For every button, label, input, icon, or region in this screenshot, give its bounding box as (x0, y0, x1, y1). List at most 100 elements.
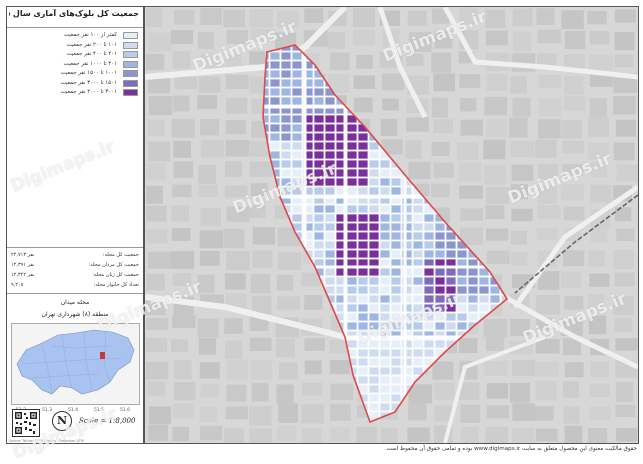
census-block (269, 78, 281, 88)
census-block (346, 141, 358, 151)
place-block: محله میدان منطقه (۸) شهرداری تهران (9, 299, 141, 318)
city-block (589, 31, 610, 45)
census-block (423, 213, 435, 223)
city-block (223, 228, 245, 248)
census-block (313, 132, 325, 142)
census-block (456, 321, 468, 331)
city-block (199, 230, 223, 249)
inset-tick: 51.5 (94, 408, 105, 413)
census-block (379, 240, 391, 250)
city-block (226, 206, 250, 222)
census-block (412, 231, 424, 241)
city-block (485, 228, 509, 241)
census-block (346, 213, 358, 223)
census-block (423, 285, 435, 295)
census-block (434, 303, 446, 313)
census-block (379, 159, 391, 169)
census-block (423, 294, 435, 304)
city-block (301, 428, 322, 443)
city-block (304, 295, 323, 310)
census-block (379, 267, 391, 277)
census-block (423, 222, 435, 232)
census-block (368, 150, 380, 160)
census-block (324, 96, 336, 106)
census-block (291, 69, 303, 79)
city-block (327, 32, 345, 49)
census-block (412, 294, 424, 304)
city-block (614, 272, 635, 287)
city-block (224, 318, 243, 334)
city-block (249, 205, 266, 218)
city-block (198, 337, 217, 355)
city-block (616, 164, 638, 182)
census-block (357, 276, 369, 286)
census-block (379, 312, 391, 322)
city-block (353, 8, 375, 28)
city-block (249, 337, 272, 352)
locator-highlight (100, 352, 105, 359)
stat-label: جمعیت کل زنان محله: (92, 272, 139, 278)
city-block (587, 11, 607, 25)
city-block (537, 29, 561, 44)
census-block (412, 213, 424, 223)
city-block (460, 208, 484, 221)
census-block (467, 276, 479, 286)
city-block (590, 184, 612, 203)
city-block (614, 54, 634, 68)
census-block (368, 393, 380, 403)
census-block (324, 159, 336, 169)
tehran-locator-svg (12, 324, 139, 404)
city-block (485, 337, 505, 351)
city-block (588, 315, 607, 335)
census-block (379, 231, 391, 241)
city-block (224, 428, 244, 443)
census-block (269, 51, 281, 61)
census-block (357, 168, 369, 178)
city-block (226, 251, 250, 271)
city-block (485, 426, 508, 443)
city-block (225, 139, 249, 157)
census-block (368, 294, 380, 304)
census-block (434, 249, 446, 259)
city-block (146, 338, 168, 353)
census-block (313, 231, 325, 241)
stat-value: ۱۲,۳۹۱ نفر (11, 262, 35, 268)
city-block (148, 96, 173, 116)
city-block (486, 74, 508, 91)
census-block (313, 141, 325, 151)
census-block (291, 168, 303, 178)
legend-swatch (123, 41, 138, 49)
census-block (368, 240, 380, 250)
census-block (423, 231, 435, 241)
city-block (200, 119, 220, 136)
city-block (535, 294, 560, 315)
map-sheet: جمعیت کل بلوک‌های آماری سال ۱۳۹۵ کمتر از… (0, 0, 643, 464)
census-block (390, 276, 402, 286)
census-block (357, 204, 369, 214)
city-block (225, 406, 248, 420)
inset-tick: 51.3 (42, 408, 53, 413)
city-block (511, 208, 533, 222)
census-block (313, 213, 325, 223)
census-block (357, 312, 369, 322)
census-block (368, 357, 380, 367)
census-block (269, 87, 281, 97)
census-block (280, 96, 292, 106)
census-block (368, 267, 380, 277)
census-block (368, 375, 380, 385)
city-block (562, 164, 584, 176)
city-block (304, 360, 322, 375)
census-block (269, 60, 281, 70)
census-block (390, 294, 402, 304)
census-block (269, 114, 281, 124)
city-block (563, 206, 585, 221)
city-block (562, 140, 585, 154)
census-block (324, 213, 336, 223)
city-block (561, 10, 584, 30)
census-block (423, 240, 435, 250)
city-block (171, 119, 195, 138)
census-block (280, 159, 292, 169)
legend-item: ۱۵۰۱ تا ۳۰۰۰ نفر جمعیت (11, 79, 139, 89)
city-block (486, 250, 510, 264)
census-block (357, 231, 369, 241)
